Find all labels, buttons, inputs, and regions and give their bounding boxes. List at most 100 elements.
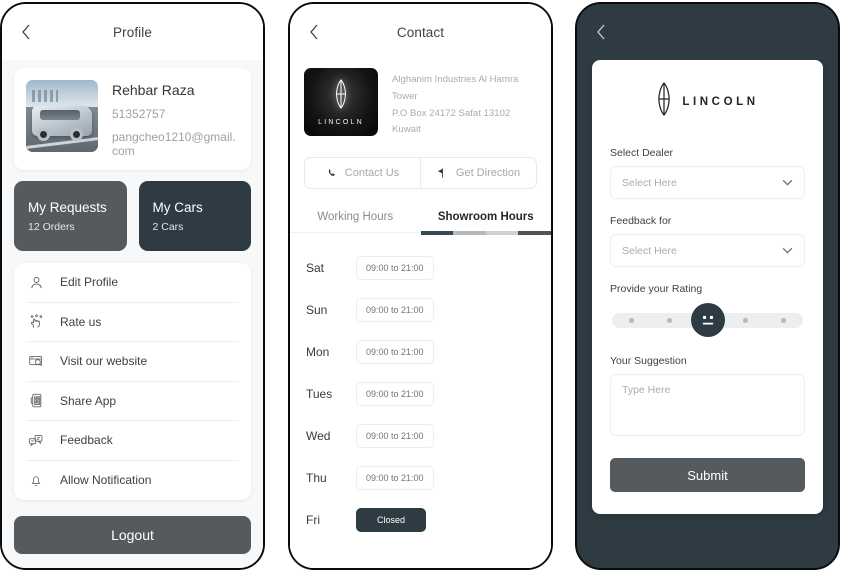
- feedback-screen: LINCOLN Select Dealer Select Here Feedba…: [577, 4, 838, 568]
- menu-item-label: Rate us: [60, 314, 102, 329]
- menu-item-edit-profile[interactable]: Edit Profile: [26, 263, 239, 303]
- hours-list: Sat 09:00 to 21:00 Sun 09:00 to 21:00 Mo…: [290, 233, 551, 568]
- suggestion-input[interactable]: Type Here: [610, 374, 805, 436]
- day-label: Fri: [306, 513, 320, 528]
- tab-showroom-hours[interactable]: Showroom Hours: [421, 211, 552, 233]
- menu-item-allow-notification[interactable]: Allow Notification: [26, 461, 239, 501]
- back-icon[interactable]: [591, 22, 611, 42]
- hand-tap-stars-icon: [26, 314, 46, 329]
- stat-tiles: My Requests 12 Orders My Cars 2 Cars: [14, 181, 251, 251]
- user-icon: [26, 275, 46, 290]
- phone-contact-screen: Contact LINCOLN Alghanim Industries Al H…: [288, 2, 553, 570]
- rating-slider[interactable]: [610, 303, 805, 337]
- get-direction-label: Get Direction: [455, 167, 521, 180]
- menu-item-label: Feedback: [60, 433, 113, 448]
- day-label: Mon: [306, 345, 330, 360]
- my-cars-count: 2 Cars: [152, 220, 184, 233]
- rating-step-2[interactable]: [666, 318, 672, 323]
- table-row: Sun 09:00 to 21:00: [306, 289, 535, 331]
- profile-meta: Rehbar Raza 51352757 pangcheo1210@gmail.…: [112, 80, 239, 158]
- hours-value: 09:00 to 21:00: [356, 298, 434, 323]
- menu-item-label: Edit Profile: [60, 275, 119, 290]
- day-label: Tues: [306, 387, 333, 402]
- contact-us-button[interactable]: Contact Us: [305, 158, 420, 188]
- three-phone-mockup: Profile Rehbar Raza 51352757 pangcheo121…: [0, 0, 841, 572]
- get-direction-button[interactable]: Get Direction: [420, 158, 536, 189]
- tab-active-indicator: [420, 231, 551, 236]
- profile-topbar: Profile: [2, 4, 263, 60]
- contact-screen: Contact LINCOLN Alghanim Industries Al H…: [290, 4, 551, 568]
- menu-item-label: Allow Notification: [60, 473, 152, 488]
- suggestion-label: Your Suggestion: [610, 355, 687, 367]
- feedback-topbar: [577, 4, 838, 60]
- feedback-for-dropdown[interactable]: Select Here: [610, 234, 805, 267]
- menu-item-label: Share App: [60, 393, 117, 408]
- page-title: Contact: [396, 24, 445, 40]
- contact-action-row: Contact Us Get Direction: [304, 157, 537, 190]
- table-row: Wed 09:00 to 21:00: [306, 415, 535, 457]
- address-line-1: Alghanim Industries Al Hamra Tower: [392, 74, 519, 102]
- brand-logo: LINCOLN: [610, 80, 805, 123]
- phone-profile-screen: Profile Rehbar Raza 51352757 pangcheo121…: [0, 2, 265, 570]
- brand-wordmark: LINCOLN: [318, 118, 364, 126]
- page-title: Profile: [113, 24, 152, 40]
- day-label: Thu: [306, 471, 327, 486]
- day-label: Sun: [306, 303, 328, 318]
- hours-value: 09:00 to 21:00: [356, 382, 434, 407]
- hours-tabs: Working Hours Showroom Hours: [290, 211, 552, 236]
- lincoln-star-emblem-icon: [334, 78, 348, 114]
- direction-arrow-icon: [437, 167, 448, 179]
- brand-wordmark: LINCOLN: [682, 95, 759, 108]
- chevron-down-icon: [782, 247, 793, 254]
- day-label: Wed: [306, 429, 331, 444]
- hours-value: 09:00 to 21:00: [356, 340, 434, 365]
- back-icon[interactable]: [16, 22, 36, 42]
- menu-item-share-app[interactable]: Share App: [26, 382, 239, 421]
- table-row: Tues 09:00 to 21:00: [306, 373, 535, 415]
- hours-value: 09:00 to 21:00: [356, 466, 434, 491]
- feedback-for-value: Select Here: [622, 244, 677, 257]
- my-requests-tile[interactable]: My Requests 12 Orders: [14, 181, 127, 251]
- table-row: Thu 09:00 to 21:00: [306, 457, 535, 499]
- user-phone: 51352757: [112, 107, 166, 121]
- bell-icon: [26, 473, 46, 488]
- share-app-icon: [26, 393, 46, 408]
- menu-item-rate-us[interactable]: Rate us: [26, 303, 239, 342]
- contact-brand-row: LINCOLN Alghanim Industries Al Hamra Tow…: [290, 60, 551, 139]
- menu-item-visit-website[interactable]: Visit our website: [26, 342, 239, 382]
- select-dealer-label: Select Dealer: [610, 147, 674, 159]
- select-dealer-dropdown[interactable]: Select Here: [610, 166, 805, 199]
- menu-item-feedback[interactable]: Feedback: [26, 421, 239, 461]
- chevron-down-icon: [782, 179, 793, 186]
- feedback-for-label: Feedback for: [610, 215, 672, 227]
- my-requests-count: 12 Orders: [28, 220, 75, 233]
- logout-button[interactable]: Logout: [14, 516, 251, 554]
- my-cars-tile[interactable]: My Cars 2 Cars: [138, 181, 251, 251]
- select-dealer-value: Select Here: [622, 176, 677, 189]
- hours-value: 09:00 to 21:00: [356, 256, 434, 281]
- submit-button[interactable]: Submit: [610, 458, 805, 492]
- contact-body: LINCOLN Alghanim Industries Al Hamra Tow…: [290, 60, 551, 568]
- tab-working-hours[interactable]: Working Hours: [290, 211, 421, 234]
- hours-value: 09:00 to 21:00: [356, 424, 434, 449]
- contact-us-label: Contact Us: [344, 167, 400, 180]
- user-name: Rehbar Raza: [112, 82, 195, 98]
- rating-label: Provide your Rating: [610, 283, 703, 295]
- rating-step-1[interactable]: [628, 318, 634, 323]
- neutral-face-icon[interactable]: [690, 303, 725, 337]
- my-requests-title: My Requests: [28, 199, 107, 215]
- day-label: Sat: [306, 261, 325, 276]
- user-email: pangcheo1210@gmail.com: [112, 130, 236, 158]
- table-row: Fri Closed: [306, 499, 535, 541]
- phone-feedback-screen: LINCOLN Select Dealer Select Here Feedba…: [575, 2, 840, 570]
- table-row: Sat 09:00 to 21:00: [306, 247, 535, 289]
- menu-item-label: Visit our website: [60, 354, 148, 369]
- my-cars-title: My Cars: [152, 199, 203, 215]
- browser-search-icon: [26, 354, 46, 369]
- rating-step-5[interactable]: [781, 318, 787, 323]
- rating-step-4[interactable]: [743, 318, 749, 323]
- avatar: [26, 80, 98, 152]
- phone-icon: [326, 168, 337, 179]
- back-icon[interactable]: [304, 22, 324, 42]
- dealer-address: Alghanim Industries Al Hamra Tower P.O B…: [392, 68, 537, 139]
